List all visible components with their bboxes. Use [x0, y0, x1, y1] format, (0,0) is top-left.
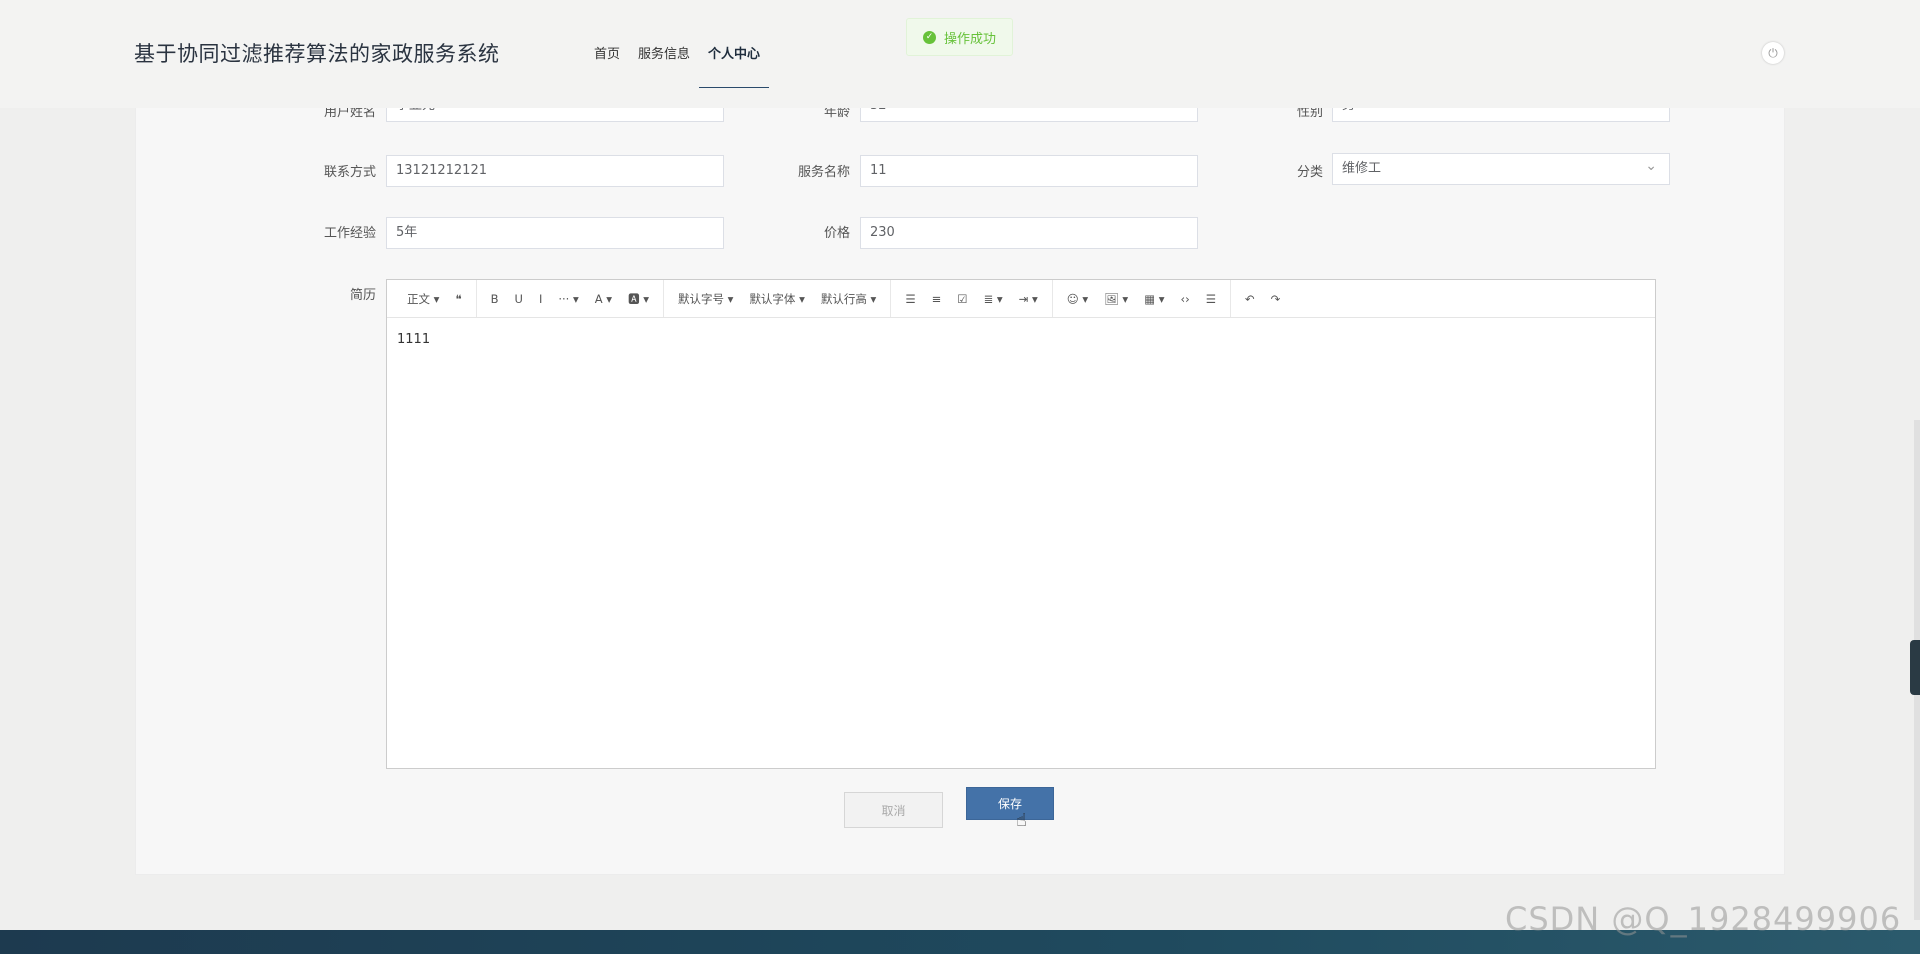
cancel-button[interactable]: 取消 [844, 792, 943, 828]
toolbar-button[interactable]: ↶ [1237, 286, 1263, 312]
site-title: 基于协同过滤推荐算法的家政服务系统 [134, 42, 500, 66]
category-select[interactable]: 维修工 [1332, 151, 1670, 185]
toolbar-group: 默认字号 ▾ 默认字体 ▾ 默认行高 ▾ [664, 280, 892, 317]
toolbar-button[interactable]: 🖼 ▾ [1096, 286, 1136, 312]
toolbar-button[interactable]: ☑ [949, 286, 975, 312]
toolbar-button[interactable]: ☰ [1198, 286, 1224, 312]
row-partial: 用户姓名 李亚元 年龄 32 性别 男 [136, 108, 1786, 128]
name-field[interactable]: 李亚元 [386, 108, 724, 122]
power-icon[interactable]: ⏻ [1762, 42, 1784, 64]
toolbar-button[interactable]: ‹› [1172, 286, 1197, 312]
label-category: 分类 [1296, 165, 1323, 180]
toolbar-button[interactable]: ☰ [897, 286, 923, 312]
label-age: 年龄 [823, 108, 850, 120]
toolbar-button[interactable]: ☺ ▾ [1059, 286, 1096, 312]
label-experience: 工作经验 [323, 226, 376, 241]
scrollbar-handle[interactable] [1910, 640, 1920, 695]
toast-text: 操作成功 [944, 31, 997, 47]
editor-toolbar: 正文 ▾ ❝ B U I ··· ▾ A ▾ 🅰 ▾ 默认字号 ▾ 默认字体 ▾ 默认行高 ▾ ☰ ≡ ☑… [387, 280, 1655, 318]
nav-profile[interactable]: 个人中心 [699, 44, 770, 88]
nav-home[interactable]: 首页 [585, 44, 629, 86]
age-field[interactable]: 32 [860, 108, 1198, 122]
price-field[interactable]: 230 [860, 217, 1198, 249]
rich-text-editor: 正文 ▾ ❝ B U I ··· ▾ A ▾ 🅰 ▾ 默认字号 ▾ 默认字体 ▾ 默认行高 ▾ ☰ ≡ ☑… [386, 279, 1656, 769]
toolbar-button[interactable]: B [483, 286, 507, 312]
label-service-name: 服务名称 [797, 165, 850, 180]
hand-cursor-icon: ☝ [1016, 810, 1027, 831]
label-gender: 性别 [1296, 108, 1323, 120]
label-resume: 简历 [349, 288, 376, 303]
toolbar-button[interactable]: 默认行高 ▾ [813, 286, 884, 312]
toolbar-button[interactable]: 🅰 ▾ [620, 286, 657, 312]
toolbar-group: ☰ ≡ ☑ ≣ ▾ ⇥ ▾ [891, 280, 1053, 317]
toolbar-button[interactable]: ↷ [1263, 286, 1289, 312]
toolbar-button[interactable]: 默认字体 ▾ [741, 286, 812, 312]
toolbar-button[interactable]: ⇥ ▾ [1011, 286, 1046, 312]
editor-content[interactable]: 1111 [387, 318, 1655, 361]
save-button[interactable]: 保存 [966, 787, 1054, 820]
check-icon: ✓ [923, 30, 936, 44]
toolbar-button[interactable]: ≣ ▾ [976, 286, 1011, 312]
toolbar-button[interactable]: I [531, 286, 550, 312]
contact-field[interactable]: 13121212121 [386, 155, 724, 187]
toolbar-button[interactable]: 正文 ▾ [399, 286, 447, 312]
watermark-text: CSDN @Q_1928499906 [1505, 900, 1902, 938]
main-nav: 首页 服务信息 个人中心 [585, 44, 770, 88]
toolbar-group: ☺ ▾ 🖼 ▾ ▦ ▾ ‹› ☰ [1053, 280, 1231, 317]
toolbar-group: B U I ··· ▾ A ▾ 🅰 ▾ [477, 280, 664, 317]
toolbar-button[interactable]: ❝ [447, 286, 469, 312]
gender-field[interactable]: 男 [1332, 108, 1670, 122]
experience-field[interactable]: 5年 [386, 217, 724, 249]
nav-services[interactable]: 服务信息 [629, 44, 699, 86]
toolbar-button[interactable]: 默认字号 ▾ [670, 286, 741, 312]
toolbar-button[interactable]: ··· ▾ [550, 286, 586, 312]
label-price: 价格 [823, 226, 850, 241]
toolbar-button[interactable]: A ▾ [587, 286, 620, 312]
toolbar-button[interactable]: ▦ ▾ [1136, 286, 1172, 312]
toolbar-group: ↶ ↷ [1231, 280, 1294, 317]
label-name: 用户姓名 [323, 108, 376, 120]
toolbar-button[interactable]: U [507, 286, 531, 312]
label-contact: 联系方式 [323, 165, 376, 180]
toolbar-button[interactable]: ≡ [924, 286, 950, 312]
success-toast: ✓ 操作成功 [906, 18, 1013, 56]
service-name-field[interactable]: 11 [860, 155, 1198, 187]
toolbar-group: 正文 ▾ ❝ [393, 280, 477, 317]
